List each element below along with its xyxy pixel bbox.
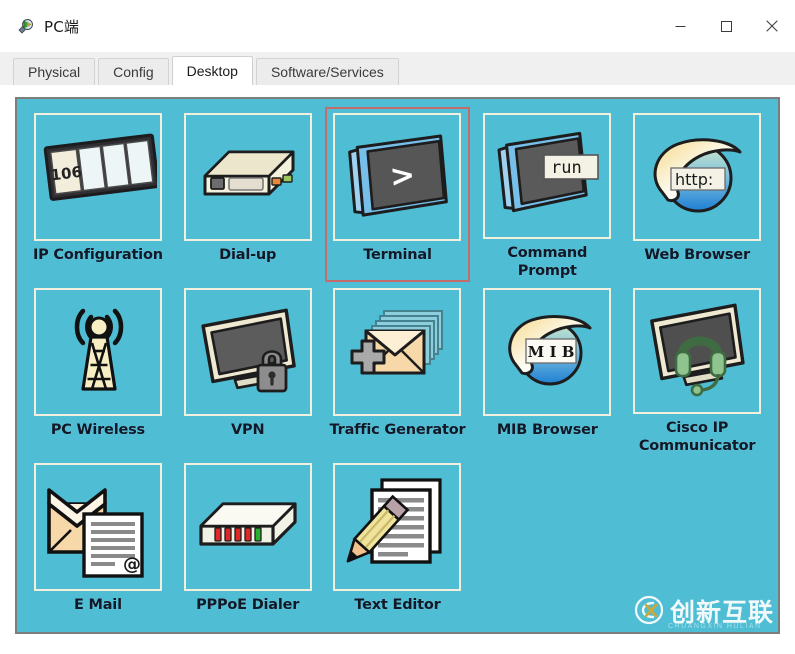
desktop-item-command-prompt[interactable]: run Command Prompt: [474, 107, 620, 282]
close-button[interactable]: [749, 0, 795, 52]
mib-browser-badge: M I B: [528, 343, 575, 361]
desktop-item-traffic-generator[interactable]: Traffic Generator: [325, 282, 471, 457]
desktop-item-label: Command Prompt: [507, 244, 588, 279]
pppoe-dialer-icon: [199, 502, 297, 546]
desktop-item-mib-browser[interactable]: M I B MIB Browser: [474, 282, 620, 457]
command-prompt-iconbox: run: [483, 113, 612, 239]
command-prompt-icon: run: [497, 131, 600, 213]
desktop-item-ip-configuration[interactable]: 106 IP Configuration: [25, 107, 171, 282]
desktop-item-pc-wireless[interactable]: PC Wireless: [25, 282, 171, 457]
tab-physical[interactable]: Physical: [13, 58, 96, 85]
ip-configuration-badge: 106: [50, 163, 83, 185]
desktop-panel: 106 IP Configuration Dial-up > Terminal …: [15, 97, 780, 634]
web-browser-icon: http:: [653, 138, 742, 213]
pppoe-dialer-iconbox: [183, 463, 312, 591]
desktop-item-label: PPPoE Dialer: [196, 597, 300, 613]
cisco-ip-communicator-icon: [650, 303, 745, 397]
desktop-item-pppoe-dialer[interactable]: PPPoE Dialer: [175, 457, 321, 632]
text-editor-icon: [347, 478, 443, 564]
desktop-icon-grid: 106 IP Configuration Dial-up > Terminal …: [25, 107, 770, 632]
ip-configuration-iconbox: 106: [33, 113, 162, 241]
desktop-item-web-browser[interactable]: http: Web Browser: [624, 107, 770, 282]
dial-up-iconbox: [183, 113, 312, 241]
terminal-badge: >: [389, 157, 417, 194]
tab-software-services-label: Software/Services: [270, 64, 384, 80]
desktop-item-email[interactable]: @ E Mail: [25, 457, 171, 632]
tab-desktop[interactable]: Desktop: [171, 56, 253, 85]
title-bar: PC端: [0, 0, 795, 52]
email-icon: @: [47, 488, 144, 578]
tab-bar: Physical Config Desktop Software/Service…: [0, 52, 795, 85]
pc-wireless-iconbox: [33, 288, 162, 416]
email-iconbox: @: [33, 463, 162, 591]
traffic-generator-icon: [350, 310, 444, 375]
desktop-item-dial-up[interactable]: Dial-up: [175, 107, 321, 282]
desktop-item-label: IP Configuration: [32, 247, 163, 263]
desktop-item-text-editor[interactable]: Text Editor: [325, 457, 471, 632]
dial-up-icon: [203, 150, 295, 196]
desktop-item-label: Web Browser: [644, 247, 750, 263]
mib-browser-iconbox: M I B: [483, 288, 612, 416]
tab-config[interactable]: Config: [98, 58, 169, 85]
pc-wireless-icon: [74, 308, 124, 391]
desktop-item-label: E Mail: [73, 597, 122, 613]
desktop-item-label: Dial-up: [219, 247, 277, 263]
desktop-item-label: Cisco IP Communicator: [638, 419, 756, 454]
web-browser-iconbox: http:: [633, 113, 762, 241]
desktop-item-label: Terminal: [363, 247, 432, 263]
desktop-item-label: MIB Browser: [496, 422, 598, 438]
tab-config-label: Config: [113, 64, 154, 80]
web-browser-badge: http:: [675, 170, 713, 189]
packet-tracer-icon: [16, 16, 36, 36]
mib-browser-icon: M I B: [508, 315, 592, 386]
window-title: PC端: [44, 17, 80, 36]
command-prompt-badge: run: [551, 158, 582, 178]
ip-configuration-icon: 106: [43, 133, 157, 201]
desktop-item-cisco-ip-communicator[interactable]: Cisco IP Communicator: [624, 282, 770, 457]
window-controls: [657, 0, 795, 52]
desktop-item-label: Traffic Generator: [329, 422, 466, 438]
desktop-item-vpn[interactable]: VPN: [175, 282, 321, 457]
email-badge: @: [123, 554, 141, 575]
maximize-button[interactable]: [703, 0, 749, 52]
tab-software-services[interactable]: Software/Services: [255, 58, 399, 85]
terminal-iconbox: >: [333, 113, 462, 241]
tab-physical-label: Physical: [28, 64, 81, 80]
minimize-button[interactable]: [657, 0, 703, 52]
title-bar-left: PC端: [0, 16, 79, 37]
desktop-item-terminal[interactable]: > Terminal: [324, 107, 471, 282]
traffic-generator-iconbox: [333, 288, 462, 416]
desktop-item-label: Text Editor: [354, 597, 441, 613]
vpn-iconbox: [183, 288, 312, 416]
tab-content-desktop: 106 IP Configuration Dial-up > Terminal …: [0, 85, 795, 654]
terminal-icon: >: [348, 134, 449, 217]
tab-desktop-label: Desktop: [186, 63, 238, 79]
desktop-item-label: PC Wireless: [50, 422, 145, 438]
text-editor-iconbox: [333, 463, 462, 591]
vpn-icon: [201, 308, 296, 393]
pc-window: PC端 Physical Config Desktop Software/Ser…: [0, 0, 795, 654]
cisco-ip-communicator-iconbox: [633, 288, 762, 414]
desktop-item-label: VPN: [231, 422, 265, 438]
